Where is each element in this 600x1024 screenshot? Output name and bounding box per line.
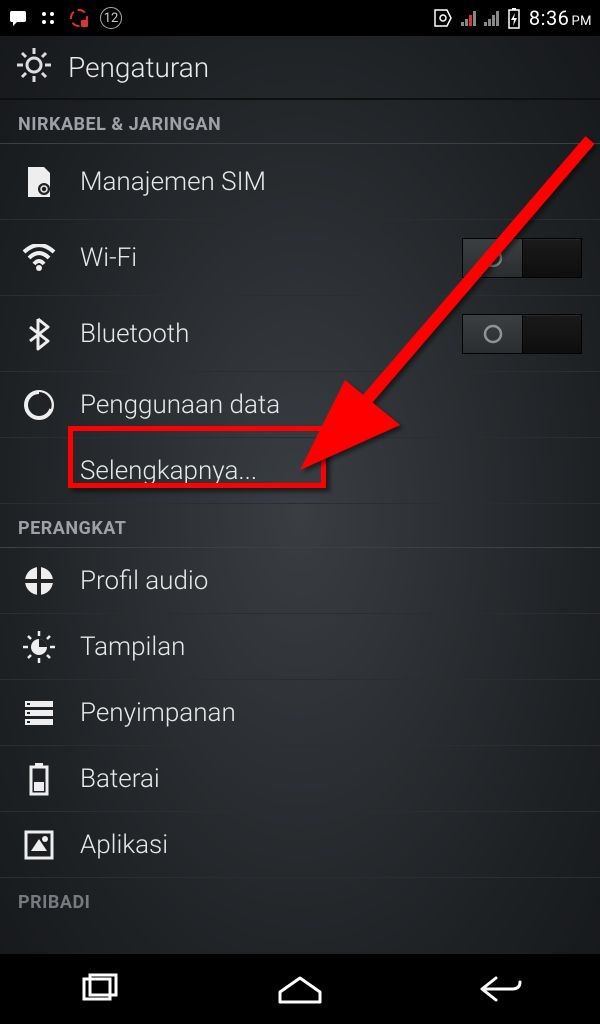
row-label: Profil audio: [80, 566, 582, 596]
toggle-thumb-off: [463, 239, 523, 277]
nav-back-button[interactable]: [440, 969, 560, 1009]
section-header-device: PERANGKAT: [0, 504, 600, 548]
sim-card-icon: [20, 165, 58, 199]
row-more[interactable]: Selengkapnya...: [0, 438, 600, 504]
toggle-thumb-off: [463, 315, 523, 353]
audio-profile-icon: [20, 565, 58, 597]
row-label: Baterai: [80, 764, 582, 794]
row-bluetooth[interactable]: Bluetooth: [0, 296, 600, 372]
section-header-personal: PRIBADI: [0, 878, 600, 921]
row-label: Selengkapnya...: [80, 456, 582, 486]
status-notifications: 12: [8, 7, 122, 29]
row-battery[interactable]: Baterai: [0, 746, 600, 812]
bbm-icon: [38, 8, 58, 28]
row-wifi[interactable]: Wi-Fi: [0, 220, 600, 296]
battery-charging-icon: [507, 7, 521, 29]
row-label: Manajemen SIM: [80, 167, 582, 197]
row-label: Wi-Fi: [80, 243, 440, 273]
bluetooth-toggle[interactable]: [462, 314, 582, 354]
row-label: Penggunaan data: [80, 390, 582, 420]
data-usage-icon: [20, 389, 58, 421]
row-sim-management[interactable]: Manajemen SIM: [0, 144, 600, 220]
status-time: 8:36PM: [529, 6, 592, 30]
status-system: 8:36PM: [433, 6, 592, 30]
status-time-value: 8:36: [529, 6, 570, 30]
row-data-usage[interactable]: Penggunaan data: [0, 372, 600, 438]
row-storage[interactable]: Penyimpanan: [0, 680, 600, 746]
page-title: Pengaturan: [68, 51, 209, 84]
sync-error-icon: [68, 7, 90, 29]
nav-recent-button[interactable]: [40, 969, 160, 1009]
row-display[interactable]: Tampilan: [0, 614, 600, 680]
status-bar: 12 8:36PM: [0, 0, 600, 36]
speech-bubble-icon: [8, 8, 28, 28]
bluetooth-icon: [20, 317, 58, 351]
battery-icon: [20, 762, 58, 796]
row-label: Tampilan: [80, 632, 582, 662]
section-header-wireless: NIRKABEL & JARINGAN: [0, 100, 600, 144]
system-nav-bar: [0, 954, 600, 1024]
signal-sim1-icon: [461, 10, 476, 26]
wifi-icon: [20, 244, 58, 272]
app-header: Pengaturan: [0, 36, 600, 100]
nfc-tag-icon: [433, 8, 453, 28]
row-label: Bluetooth: [80, 319, 440, 349]
settings-gear-icon: [14, 45, 54, 89]
nav-home-button[interactable]: [240, 969, 360, 1009]
notification-count: 12: [100, 7, 122, 29]
row-label: Penyimpanan: [80, 698, 582, 728]
signal-sim2-icon: [484, 10, 499, 26]
row-audio-profile[interactable]: Profil audio: [0, 548, 600, 614]
wifi-toggle[interactable]: [462, 238, 582, 278]
row-apps[interactable]: Aplikasi: [0, 812, 600, 878]
status-time-ampm: PM: [571, 14, 592, 29]
storage-icon: [20, 699, 58, 727]
brightness-icon: [20, 630, 58, 664]
row-label: Aplikasi: [80, 830, 582, 860]
apps-icon: [20, 829, 58, 861]
